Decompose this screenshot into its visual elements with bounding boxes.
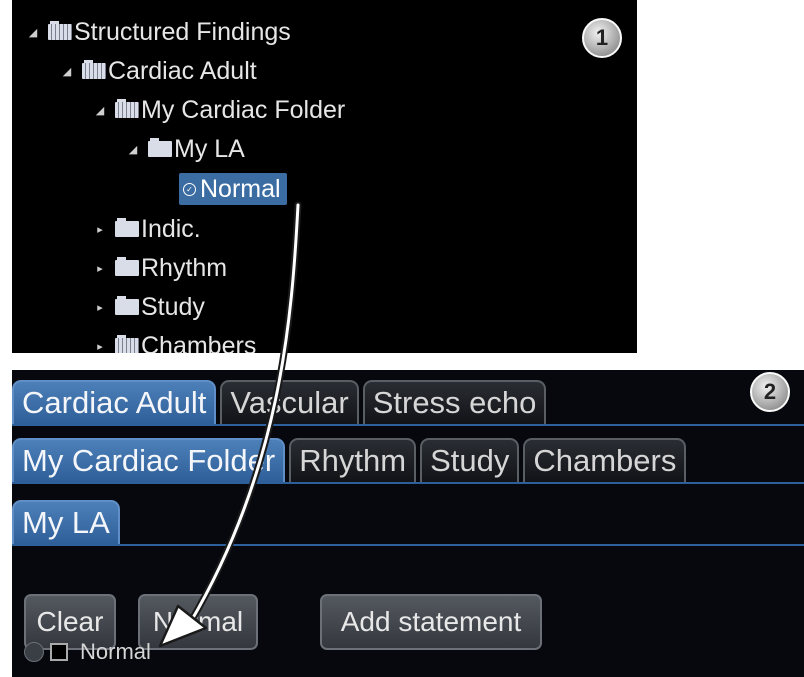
tab-separator bbox=[12, 482, 804, 484]
statement-radio[interactable] bbox=[24, 642, 44, 662]
tab-row-folder: My Cardiac Folder Rhythm Study Chambers bbox=[12, 436, 690, 482]
tree-item-label: My Cardiac Folder bbox=[141, 95, 346, 124]
folder-icon bbox=[115, 218, 139, 237]
tree-item-study[interactable]: ▸ Study bbox=[91, 290, 205, 324]
statement-label: Normal bbox=[80, 639, 151, 664]
triangle-expanded-icon[interactable]: ◢ bbox=[124, 143, 142, 156]
tree-item-label: Indic. bbox=[141, 214, 201, 243]
tab-my-la[interactable]: My LA bbox=[12, 500, 120, 544]
tree-item-indic[interactable]: ▸ Indic. bbox=[91, 212, 201, 246]
add-statement-button[interactable]: Add statement bbox=[320, 594, 542, 650]
tree-item-rhythm[interactable]: ▸ Rhythm bbox=[91, 251, 227, 285]
folder-icon bbox=[115, 99, 139, 118]
triangle-collapsed-icon[interactable]: ▸ bbox=[91, 301, 109, 314]
tree-item-label: Structured Findings bbox=[74, 17, 291, 46]
folder-icon bbox=[148, 138, 172, 157]
check-circle-icon: ✓ bbox=[183, 182, 196, 196]
tree-item-label: Rhythm bbox=[141, 253, 228, 282]
statement-row: Normal bbox=[24, 638, 151, 666]
triangle-expanded-icon[interactable]: ◢ bbox=[24, 26, 42, 39]
tree-item-cardiac-adult[interactable]: ◢ Cardiac Adult bbox=[58, 54, 257, 88]
tree-item-label: Study bbox=[141, 292, 205, 321]
triangle-collapsed-icon[interactable]: ▸ bbox=[91, 340, 109, 353]
tab-separator bbox=[12, 544, 804, 546]
selected-finding[interactable]: ✓ Normal bbox=[179, 173, 287, 205]
tab-row-category: Cardiac Adult Vascular Stress echo bbox=[12, 378, 550, 424]
normal-button[interactable]: Normal bbox=[138, 594, 258, 650]
tab-rhythm[interactable]: Rhythm bbox=[289, 438, 417, 482]
folder-icon bbox=[82, 60, 106, 79]
triangle-expanded-icon[interactable]: ◢ bbox=[58, 65, 76, 78]
triangle-collapsed-icon[interactable]: ▸ bbox=[91, 262, 109, 275]
tree-item-chambers[interactable]: ▸ Chambers bbox=[91, 329, 256, 353]
tree-item-label: Cardiac Adult bbox=[108, 56, 257, 85]
triangle-collapsed-icon[interactable]: ▸ bbox=[91, 223, 109, 236]
findings-tree-panel: ◢ Structured Findings ◢ Cardiac Adult ◢ … bbox=[12, 0, 637, 353]
tab-separator bbox=[12, 424, 804, 426]
folder-icon bbox=[115, 335, 139, 353]
tab-stress-echo[interactable]: Stress echo bbox=[362, 380, 547, 424]
tab-my-cardiac-folder[interactable]: My Cardiac Folder bbox=[12, 438, 286, 482]
tree-item-my-cardiac-folder[interactable]: ◢ My Cardiac Folder bbox=[91, 93, 345, 127]
tab-row-subfolder: My LA bbox=[12, 498, 124, 544]
tab-chambers[interactable]: Chambers bbox=[523, 438, 687, 482]
triangle-expanded-icon[interactable]: ◢ bbox=[91, 104, 109, 117]
tree-item-normal[interactable]: ✓ Normal bbox=[179, 172, 287, 206]
step-badge-1: 1 bbox=[582, 18, 622, 58]
statement-checkbox[interactable] bbox=[50, 643, 68, 661]
findings-tabs-panel: Cardiac Adult Vascular Stress echo My Ca… bbox=[12, 370, 804, 677]
tree-item-label: Chambers bbox=[141, 331, 257, 354]
tree-item-label: My LA bbox=[174, 134, 245, 163]
tree-item-my-la[interactable]: ◢ My LA bbox=[124, 132, 245, 166]
tab-cardiac-adult[interactable]: Cardiac Adult bbox=[12, 380, 217, 424]
folder-icon bbox=[115, 296, 139, 315]
folder-icon bbox=[48, 21, 72, 40]
step-badge-2: 2 bbox=[750, 372, 790, 412]
tab-vascular[interactable]: Vascular bbox=[220, 380, 359, 424]
tree-item-label: Normal bbox=[200, 174, 281, 203]
tab-study[interactable]: Study bbox=[420, 438, 520, 482]
folder-icon bbox=[115, 257, 139, 276]
tree-item-structured-findings[interactable]: ◢ Structured Findings bbox=[24, 15, 291, 49]
